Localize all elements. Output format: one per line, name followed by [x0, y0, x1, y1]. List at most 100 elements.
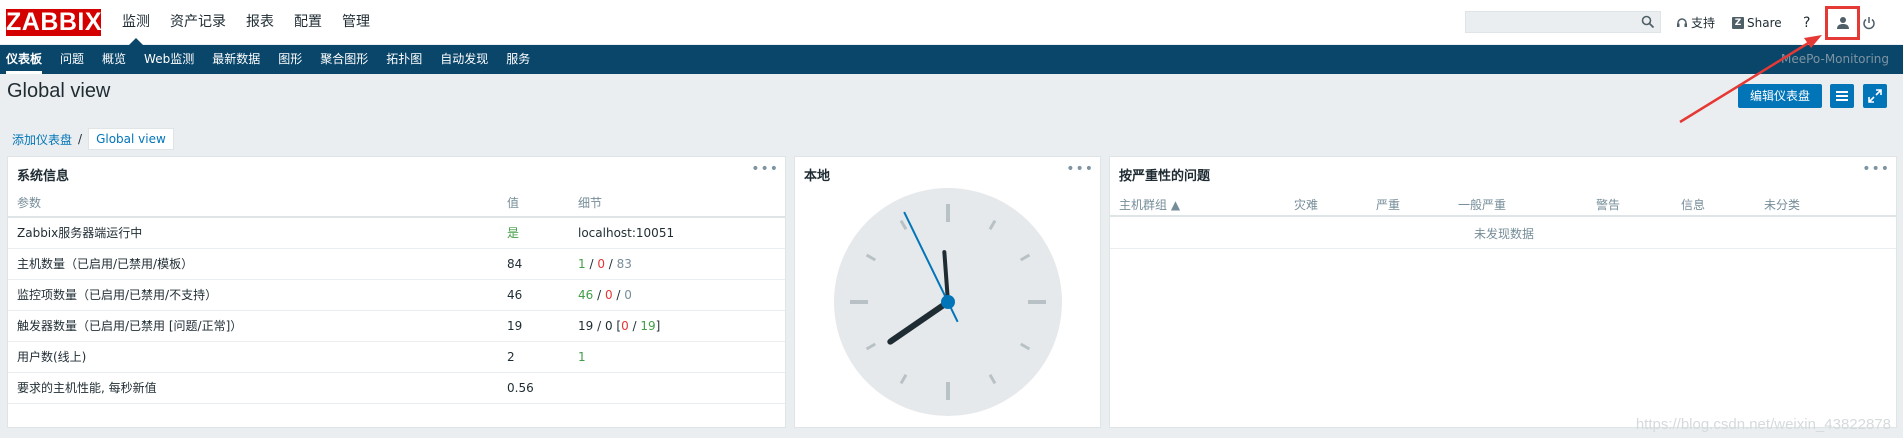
row-param: 监控项数量（已启用/已禁用/不支持） [8, 279, 507, 311]
table-row: 主机数量（已启用/已禁用/模板） 84 1 / 0 / 83 [8, 248, 785, 280]
system-info-widget: 系统信息 ••• 参数 值 细节 Zabbix服务器端运行中 是 localho… [7, 156, 786, 428]
problems-by-severity-widget: 按严重性的问题 ••• 主机群组 ▲ 灾难 严重 一般严重 警告 信息 未分类 … [1109, 156, 1897, 428]
header-information: 信息 [1681, 198, 1706, 212]
detail-disabled: 0 [597, 256, 605, 271]
widget-menu-button[interactable]: ••• [1862, 161, 1890, 177]
support-link[interactable]: 支持 [1676, 0, 1715, 45]
detail-problem: 0 [621, 318, 629, 333]
share-link[interactable]: Z Share [1732, 0, 1782, 45]
subnav-maps[interactable]: 拓扑图 [386, 45, 430, 74]
fullscreen-icon [1868, 89, 1882, 103]
detail-enabled: 1 [578, 256, 586, 271]
detail-sep: / [585, 256, 598, 271]
row-value: 是 [507, 217, 578, 249]
detail-disabled: 0 [604, 287, 613, 302]
detail-close: ] [655, 318, 661, 333]
system-info-table: 参数 值 细节 Zabbix服务器端运行中 是 localhost:10051 … [8, 189, 785, 404]
detail-sep: / [593, 287, 605, 302]
subnav-graphs[interactable]: 图形 [278, 45, 310, 74]
main-nav-monitoring[interactable]: 监测 [112, 0, 160, 45]
user-profile-button[interactable] [1825, 6, 1860, 40]
table-row: 触发器数量（已启用/已禁用 [问题/正常]） 19 19 / 0 [0 / 19… [8, 310, 785, 342]
global-search-input[interactable] [1466, 12, 1636, 32]
top-navigation-bar: ZABBIX 监测 资产记录 报表 配置 管理 支持 Z Share ? [0, 0, 1903, 45]
row-detail: localhost:10051 [578, 217, 785, 249]
header-param: 参数 [8, 189, 507, 218]
row-value: 46 [507, 279, 578, 311]
widget-title: 按严重性的问题 [1119, 169, 1211, 184]
help-button[interactable]: ? [1803, 0, 1810, 45]
row-detail: 19 / 0 [0 / 19] [578, 310, 785, 342]
row-param: 触发器数量（已启用/已禁用 [问题/正常]） [8, 310, 507, 342]
main-nav-configuration[interactable]: 配置 [284, 0, 332, 45]
global-search-box [1465, 11, 1661, 33]
detail-enabled: 46 [578, 287, 594, 302]
subnav-screens[interactable]: 聚合图形 [320, 45, 376, 74]
share-label: Share [1747, 15, 1782, 30]
no-data-message: 未发现数据 [1110, 219, 1896, 249]
header-not-classified: 未分类 [1764, 198, 1801, 212]
detail-unsupported: 0 [624, 287, 632, 302]
widget-menu-button[interactable]: ••• [751, 161, 779, 177]
breadcrumb-current[interactable]: Global view [88, 128, 174, 150]
analog-clock [834, 188, 1062, 416]
detail-online: 1 [578, 349, 586, 364]
watermark: https://blog.csdn.net/weixin_43822878 [1635, 416, 1891, 433]
main-nav-inventory[interactable]: 资产记录 [160, 0, 236, 45]
page-title: Global view [7, 80, 111, 102]
power-icon [1863, 16, 1875, 29]
breadcrumb-add-dashboard[interactable]: 添加仪表盘 [12, 131, 72, 148]
row-param: 主机数量（已启用/已禁用/模板） [8, 248, 507, 280]
page-header: Global view 编辑仪表盘 [0, 74, 1903, 118]
search-icon[interactable] [1641, 15, 1655, 29]
table-row: Zabbix服务器端运行中 是 localhost:10051 [8, 217, 785, 249]
table-row: 监控项数量（已启用/已禁用/不支持） 46 46 / 0 / 0 [8, 279, 785, 311]
support-label: 支持 [1691, 16, 1716, 30]
logout-button[interactable] [1862, 0, 1876, 45]
server-name: MeePo-Monitoring [1781, 52, 1889, 66]
subnav-overview[interactable]: 概览 [102, 45, 134, 74]
breadcrumb-separator: / [78, 132, 83, 146]
row-param: 用户数(线上) [8, 341, 507, 373]
header-high: 严重 [1376, 198, 1401, 212]
row-detail [578, 372, 785, 404]
header-warning: 警告 [1596, 198, 1621, 212]
zabbix-logo[interactable]: ZABBIX [6, 9, 102, 36]
edit-dashboard-button[interactable]: 编辑仪表盘 [1738, 84, 1822, 108]
main-nav-reports[interactable]: 报表 [236, 0, 284, 45]
list-icon [1836, 91, 1848, 101]
detail-text: 19 / 0 [ [578, 318, 622, 333]
table-row: 要求的主机性能, 每秒新值 0.56 [8, 372, 785, 404]
detail-sep: / [612, 287, 625, 302]
fullscreen-button[interactable] [1863, 84, 1887, 108]
detail-sep: / [604, 256, 617, 271]
subnav-dashboard[interactable]: 仪表板 [6, 45, 50, 74]
header-average: 一般严重 [1458, 198, 1507, 212]
table-row: 用户数(线上) 2 1 [8, 341, 785, 373]
subnav-latest-data[interactable]: 最新数据 [212, 45, 268, 74]
header-detail: 细节 [578, 189, 785, 218]
user-icon [1837, 17, 1849, 29]
row-detail: 1 [578, 341, 785, 373]
share-icon: Z [1732, 16, 1744, 29]
detail-text: localhost:10051 [578, 225, 675, 240]
subnav-services[interactable]: 服务 [506, 45, 538, 74]
subnav-discovery[interactable]: 自动发现 [440, 45, 496, 74]
dashboard-list-button[interactable] [1830, 84, 1854, 108]
main-navigation: 监测 资产记录 报表 配置 管理 [112, 0, 380, 45]
subnav-problems[interactable]: 问题 [60, 45, 92, 74]
detail-sep: / [628, 318, 641, 333]
widget-title: 系统信息 [17, 169, 70, 184]
problems-table-header: 主机群组 ▲ 灾难 严重 一般严重 警告 信息 未分类 [1110, 189, 1896, 217]
row-detail: 1 / 0 / 83 [578, 248, 785, 280]
subnav-web[interactable]: Web监测 [144, 45, 202, 74]
header-host-group[interactable]: 主机群组 ▲ [1119, 196, 1180, 213]
detail-ok: 19 [640, 318, 656, 333]
headset-icon [1677, 17, 1687, 27]
row-value: 19 [507, 310, 578, 342]
row-param: 要求的主机性能, 每秒新值 [8, 372, 507, 404]
sub-navigation: 仪表板 问题 概览 Web监测 最新数据 图形 聚合图形 拓扑图 自动发现 服务… [0, 45, 1903, 74]
main-nav-administration[interactable]: 管理 [332, 0, 380, 45]
row-value: 84 [507, 248, 578, 280]
clock-center [941, 295, 955, 309]
